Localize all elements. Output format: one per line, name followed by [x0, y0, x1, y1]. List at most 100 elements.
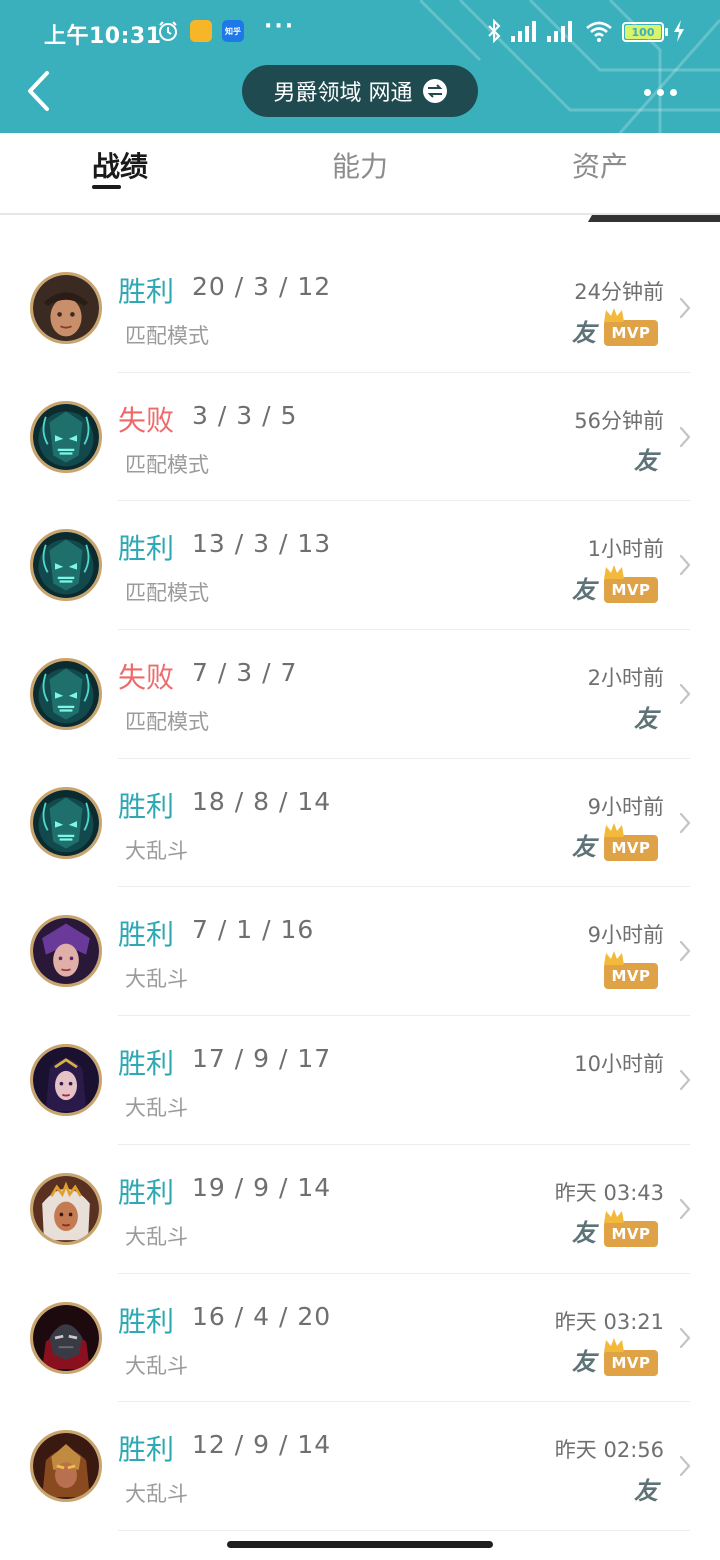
match-row[interactable]: 胜利 16 / 4 / 20 大乱斗 昨天 03:21 友 MVP — [0, 1274, 720, 1403]
alarm-icon — [156, 18, 180, 44]
crown-icon — [604, 822, 624, 837]
friend-badge: 友 — [572, 1219, 596, 1248]
match-row[interactable]: 胜利 19 / 9 / 14 大乱斗 昨天 03:43 友 MVP — [0, 1145, 720, 1274]
crown-icon — [604, 308, 624, 322]
chevron-right-icon — [679, 426, 691, 447]
match-mode: 大乱斗 — [125, 1482, 188, 1507]
battery-level: 100 — [625, 25, 661, 39]
match-list: 胜利 20 / 3 / 12 匹配模式 24分钟前 友 MVP 失败 3 / 3 … — [0, 244, 720, 1531]
match-badges: 友 — [634, 1470, 658, 1506]
scroll-indicator — [588, 215, 720, 222]
mvp-label: MVP — [611, 838, 651, 857]
match-row[interactable]: 胜利 18 / 8 / 14 大乱斗 9小时前 友 MVP — [0, 759, 720, 888]
match-kda: 7 / 1 / 16 — [192, 915, 315, 945]
crown-icon — [604, 1208, 624, 1223]
match-time: 10小时前 — [574, 1052, 664, 1077]
more-icon — [643, 88, 651, 96]
match-mode: 匹配模式 — [125, 710, 209, 735]
friend-badge: 友 — [634, 1476, 658, 1505]
tab-bar: 战绩 能力 资产 — [0, 133, 720, 215]
match-result: 胜利 — [118, 275, 175, 308]
more-button[interactable] — [636, 72, 684, 112]
charging-icon — [672, 18, 686, 44]
mvp-label: MVP — [611, 324, 651, 342]
match-row[interactable]: 胜利 13 / 3 / 13 匹配模式 1小时前 友 MVP — [0, 501, 720, 631]
chevron-right-icon — [679, 1070, 691, 1091]
match-badges: 友 MVP — [572, 1337, 658, 1378]
match-kda: 20 / 3 / 12 — [192, 272, 332, 301]
champion-avatar — [30, 1172, 102, 1245]
mvp-badge: MVP — [604, 565, 658, 604]
battery-icon: 100 — [622, 22, 664, 42]
match-result: 胜利 — [118, 789, 175, 823]
match-time: 24分钟前 — [574, 280, 664, 304]
more-icon-dot — [656, 88, 664, 96]
crown-icon — [604, 565, 624, 580]
notes-app-icon — [190, 18, 212, 44]
mvp-label: MVP — [611, 1353, 651, 1372]
match-badges: 友 MVP — [572, 308, 658, 348]
mvp-badge: MVP — [604, 951, 658, 990]
crown-icon — [604, 1337, 624, 1352]
match-time: 昨天 03:43 — [554, 1180, 664, 1205]
match-row[interactable]: 失败 7 / 3 / 7 匹配模式 2小时前 友 — [0, 630, 720, 759]
back-icon — [28, 71, 49, 111]
signal-icon — [510, 18, 540, 44]
match-time: 昨天 02:56 — [554, 1438, 664, 1463]
mvp-label: MVP — [611, 967, 651, 986]
champion-avatar — [30, 658, 102, 731]
chevron-right-icon — [679, 683, 691, 705]
match-time: 昨天 03:21 — [554, 1309, 664, 1334]
mvp-badge: MVP — [604, 308, 658, 346]
match-result: 胜利 — [118, 918, 175, 952]
champion-avatar — [30, 915, 102, 988]
match-mode: 大乱斗 — [125, 838, 188, 863]
friend-badge: 友 — [572, 1348, 596, 1376]
mvp-label: MVP — [611, 581, 651, 600]
chevron-right-icon — [679, 297, 691, 319]
match-mode: 匹配模式 — [125, 581, 209, 606]
match-kda: 3 / 3 / 5 — [192, 400, 298, 430]
back-button[interactable] — [18, 68, 58, 114]
home-indicator[interactable] — [227, 1541, 493, 1548]
match-row[interactable]: 胜利 20 / 3 / 12 匹配模式 24分钟前 友 MVP — [0, 244, 720, 373]
tab-assets[interactable]: 资产 — [540, 145, 660, 185]
match-time: 9小时前 — [587, 923, 664, 948]
champion-avatar — [30, 529, 102, 602]
match-kda: 16 / 4 / 20 — [192, 1301, 332, 1331]
match-row[interactable]: 胜利 12 / 9 / 14 大乱斗 昨天 02:56 友 — [0, 1402, 720, 1531]
match-row[interactable]: 胜利 17 / 9 / 17 大乱斗 10小时前 — [0, 1016, 720, 1145]
row-divider — [118, 1529, 690, 1531]
more-notifications-icon: ··· — [264, 14, 296, 39]
match-time: 9小时前 — [587, 794, 664, 819]
match-row[interactable]: 胜利 7 / 1 / 16 大乱斗 9小时前 MVP — [0, 887, 720, 1017]
mvp-badge: MVP — [604, 1208, 658, 1247]
match-badges: 友 MVP — [572, 1208, 658, 1249]
match-badges: MVP — [604, 951, 658, 991]
match-kda: 19 / 9 / 14 — [192, 1172, 332, 1202]
match-result: 失败 — [118, 661, 175, 695]
status-time: 上午10:31 — [44, 24, 162, 49]
server-switch-button[interactable]: 男爵领域 网通 — [242, 65, 478, 117]
chevron-right-icon — [679, 1198, 691, 1219]
chevron-right-icon — [679, 941, 691, 962]
match-result: 失败 — [118, 403, 175, 437]
friend-badge: 友 — [634, 704, 658, 733]
match-kda: 12 / 9 / 14 — [192, 1430, 332, 1460]
status-bar: 上午10:31 知乎 ··· 100 — [0, 0, 720, 62]
match-result: 胜利 — [118, 532, 175, 566]
app-header: 上午10:31 知乎 ··· 100 男爵领域 网通 — [0, 0, 720, 133]
match-kda: 13 / 3 / 13 — [192, 529, 332, 559]
wifi-icon — [584, 18, 614, 44]
tab-record[interactable]: 战绩 — [60, 145, 180, 185]
match-row[interactable]: 失败 3 / 3 / 5 匹配模式 56分钟前 友 — [0, 373, 720, 502]
champion-avatar — [30, 1430, 102, 1503]
match-mode: 大乱斗 — [125, 1096, 188, 1121]
match-mode: 大乱斗 — [125, 967, 188, 992]
more-icon-dot — [669, 88, 677, 96]
swap-icon — [422, 79, 447, 103]
match-result: 胜利 — [118, 1304, 175, 1338]
match-time: 2小时前 — [587, 666, 664, 691]
tab-ability[interactable]: 能力 — [300, 145, 420, 185]
chevron-right-icon — [679, 812, 691, 833]
